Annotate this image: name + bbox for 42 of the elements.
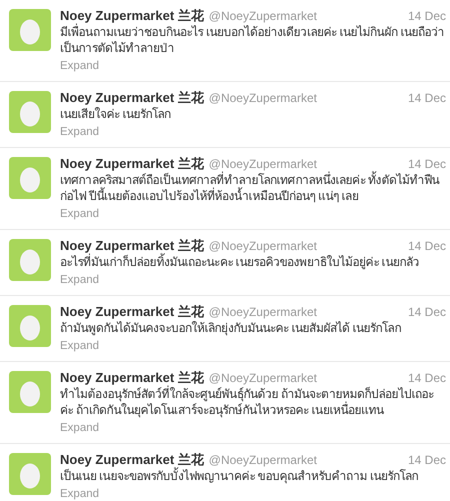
expand-link[interactable]: Expand bbox=[60, 60, 100, 72]
user-handle: @NoeyZupermarket bbox=[208, 304, 317, 320]
user-name[interactable]: Noey Zupermarket 兰花 bbox=[60, 8, 204, 24]
tweet-text: มีเพื่อนถามเนยว่าชอบกินอะไร เนยบอกได้อย่างเดียวเลยค่ะ เนยไม่กินผัก เนยถือว่าเป็นการตัดไม้ทำลายป่า bbox=[60, 24, 446, 56]
tweet-text: เทศกาลคริสมาสต์ถือเป็นเทศกาลที่ทำลายโลกเทศกาลหนึ่งเลยค่ะ ทั้งตัดไม้ทำฟืน ก่อไฟ ปีนี้เนยต้องแอบไปร้องไห้ที่ห้องน้ำเหมือนปีก่อนๆ แน่ๆ เลย bbox=[60, 172, 440, 204]
egg-avatar-icon[interactable] bbox=[9, 371, 51, 413]
tweet-text: เนยเสียใจค่ะ เนยรักโลก bbox=[60, 106, 172, 122]
tweet-time[interactable]: 14 Dec bbox=[408, 452, 446, 468]
egg-avatar-icon[interactable] bbox=[9, 91, 51, 133]
tweet-time[interactable]: 14 Dec bbox=[408, 238, 446, 254]
tweet-text: ทำไมต้องอนุรักษ์สัตว์ที่ใกล้จะศูนย์พันธุ์กันด้วย ถ้ามันจะตายหมดก็ปล่อยไปเถอะค่ะ ถ้าเกิดกันในยุคไดโนเสาร์จะอนุรักษ์กันไหวหรอคะ เนยเหนื่อยแทน bbox=[60, 386, 435, 418]
user-name[interactable]: Noey Zupermarket 兰花 bbox=[60, 452, 204, 468]
user-name[interactable]: Noey Zupermarket 兰花 bbox=[60, 304, 204, 320]
tweet-time[interactable]: 14 Dec bbox=[408, 156, 446, 172]
user-name[interactable]: Noey Zupermarket 兰花 bbox=[60, 238, 204, 254]
user-name[interactable]: Noey Zupermarket 兰花 bbox=[60, 90, 204, 106]
expand-link[interactable]: Expand bbox=[60, 488, 100, 500]
user-handle: @NoeyZupermarket bbox=[208, 8, 317, 24]
tweet-time[interactable]: 14 Dec bbox=[408, 370, 446, 386]
user-handle: @NoeyZupermarket bbox=[208, 90, 317, 106]
egg-avatar-icon[interactable] bbox=[9, 305, 51, 347]
user-handle: @NoeyZupermarket bbox=[208, 370, 317, 386]
user-name[interactable]: Noey Zupermarket 兰花 bbox=[60, 156, 204, 172]
user-handle: @NoeyZupermarket bbox=[208, 156, 317, 172]
tweet-text: อะไรที่มันเก่าก็ปล่อยทิ้งมันเถอะนะคะ เนยรอคิวของพยาธิใบไม้อยู่ค่ะ เนยกลัว bbox=[60, 254, 420, 270]
egg-avatar-icon[interactable] bbox=[9, 9, 51, 51]
tweet-time[interactable]: 14 Dec bbox=[408, 90, 446, 106]
egg-avatar-icon[interactable] bbox=[9, 239, 51, 281]
expand-link[interactable]: Expand bbox=[60, 422, 100, 434]
expand-link[interactable]: Expand bbox=[60, 126, 100, 138]
tweet-text: ถ้ามันพูดกันได้มันคงจะบอกให้เลิกยุ่งกับมันนะคะ เนยสัมผัสได้ เนยรักโลก bbox=[60, 320, 402, 336]
user-name[interactable]: Noey Zupermarket 兰花 bbox=[60, 370, 204, 386]
user-handle: @NoeyZupermarket bbox=[208, 452, 317, 467]
tweet-time[interactable]: 14 Dec bbox=[408, 304, 446, 320]
egg-avatar-icon[interactable] bbox=[9, 157, 51, 199]
expand-link[interactable]: Expand bbox=[60, 274, 100, 286]
user-handle: @NoeyZupermarket bbox=[208, 238, 317, 253]
expand-link[interactable]: Expand bbox=[60, 208, 100, 220]
tweet-text: เป็นเนย เนยจะขอพรกับบั้งไฟพญานาคค่ะ ขอบคุณสำหรับคำถาม เนยรักโลก bbox=[60, 468, 420, 484]
expand-link[interactable]: Expand bbox=[60, 340, 100, 352]
tweet-time[interactable]: 14 Dec bbox=[408, 8, 446, 24]
egg-avatar-icon[interactable] bbox=[9, 453, 51, 495]
